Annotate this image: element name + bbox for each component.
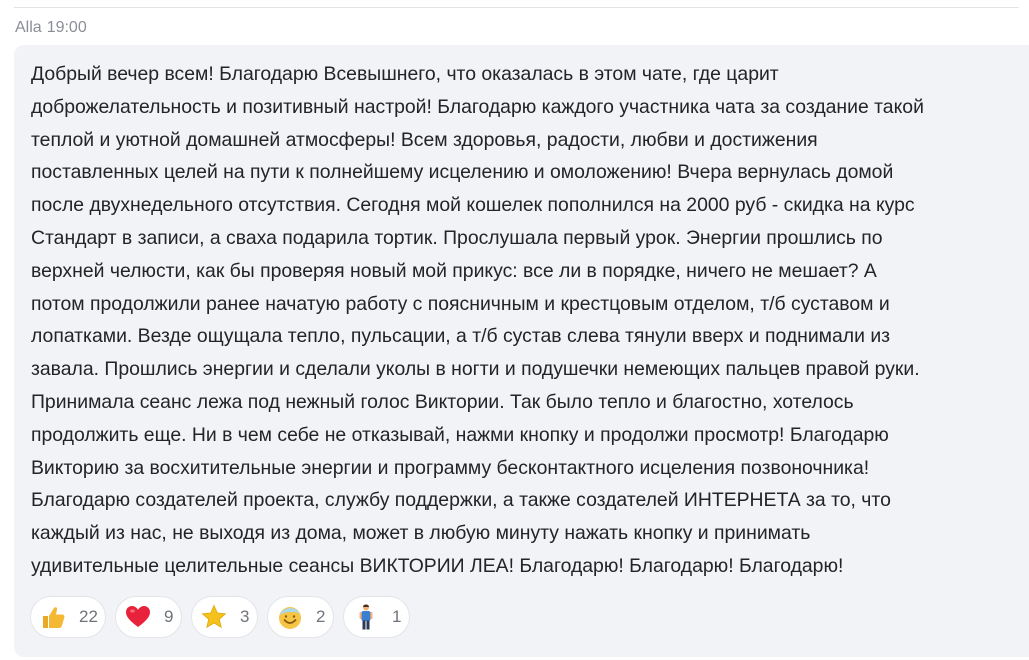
- reaction-count: 3: [240, 607, 250, 626]
- smiling-face-icon: [276, 603, 304, 631]
- reaction-heart[interactable]: 9: [115, 596, 182, 638]
- reactions-bar: 22 9 3 2 1: [30, 596, 410, 638]
- reaction-thumbs-up[interactable]: 22: [30, 596, 106, 638]
- reaction-count: 2: [316, 607, 326, 626]
- reaction-smiling-face[interactable]: 2: [267, 596, 334, 638]
- message-text: Добрый вечер всем! Благодарю Всевышнего,…: [31, 63, 924, 577]
- top-divider: [14, 7, 1019, 8]
- man-standing-icon: [352, 603, 380, 631]
- reaction-count: 1: [392, 607, 402, 626]
- message-time: 19:00: [46, 19, 87, 36]
- star-icon: [200, 603, 228, 631]
- heart-icon: [124, 603, 152, 631]
- author-name[interactable]: Alla: [15, 19, 42, 37]
- reaction-man-standing[interactable]: 1: [343, 596, 410, 638]
- message-header: Alla 19:00: [15, 19, 87, 37]
- reaction-count: 9: [164, 607, 174, 626]
- reaction-count: 22: [79, 607, 98, 626]
- thumbs-up-icon: [39, 603, 67, 631]
- reaction-star[interactable]: 3: [191, 596, 258, 638]
